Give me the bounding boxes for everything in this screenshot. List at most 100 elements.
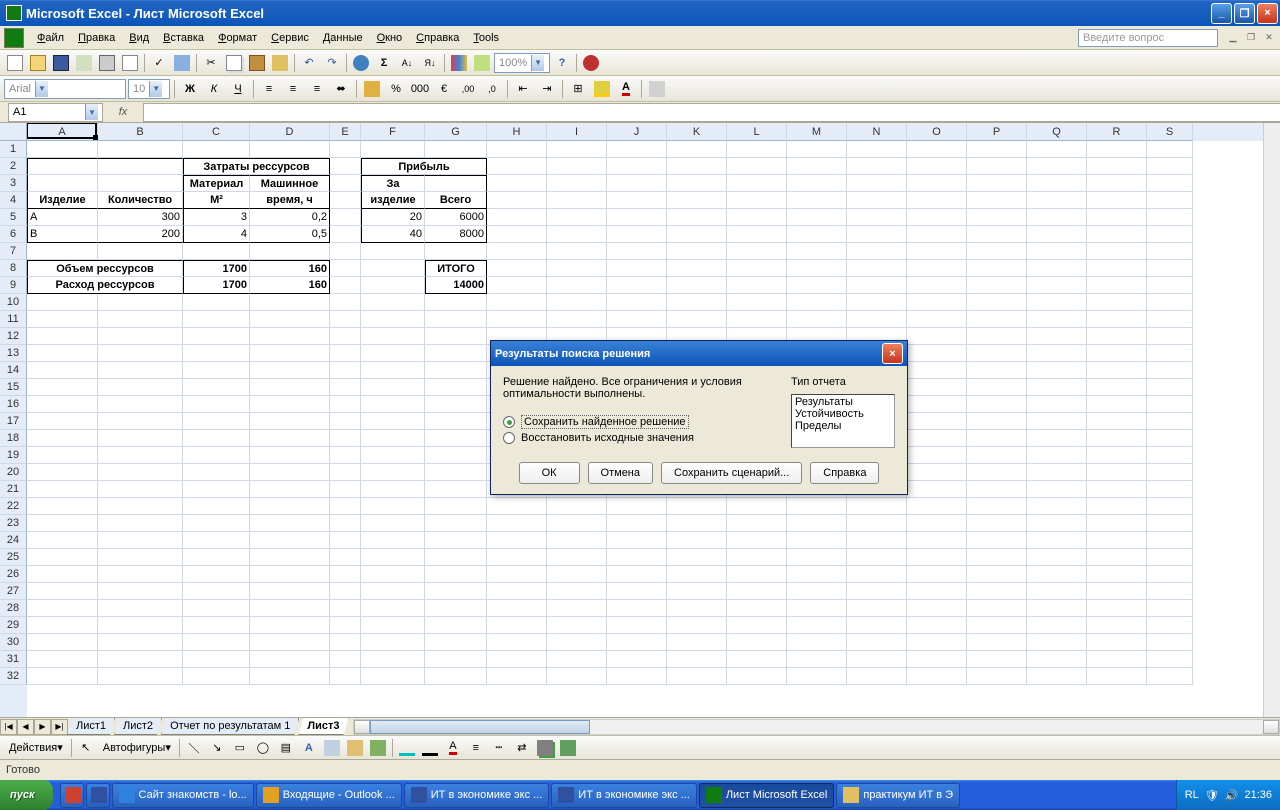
cell-F18[interactable] bbox=[361, 430, 425, 447]
dialog-close-icon[interactable]: × bbox=[882, 343, 903, 364]
cell-N25[interactable] bbox=[847, 549, 907, 566]
cell-Q31[interactable] bbox=[1027, 651, 1087, 668]
cell-G15[interactable] bbox=[425, 379, 487, 396]
row-header[interactable]: 13 bbox=[0, 345, 27, 362]
clock[interactable]: 21:36 bbox=[1244, 789, 1272, 801]
cell-I7[interactable] bbox=[547, 243, 607, 260]
cell-Q23[interactable] bbox=[1027, 515, 1087, 532]
cell-B20[interactable] bbox=[98, 464, 183, 481]
wordart-icon[interactable]: A bbox=[298, 737, 320, 759]
cell-M1[interactable] bbox=[787, 141, 847, 158]
fx-icon[interactable]: fx bbox=[103, 106, 143, 118]
cell-O10[interactable] bbox=[907, 294, 967, 311]
cell-L26[interactable] bbox=[727, 566, 787, 583]
diagram-icon[interactable] bbox=[321, 737, 343, 759]
cell-N30[interactable] bbox=[847, 634, 907, 651]
cell-G8[interactable]: ИТОГО bbox=[425, 260, 487, 277]
cell-G6[interactable]: 8000 bbox=[425, 226, 487, 243]
cell-P16[interactable] bbox=[967, 396, 1027, 413]
cell-M24[interactable] bbox=[787, 532, 847, 549]
cell-N8[interactable] bbox=[847, 260, 907, 277]
cell-D26[interactable] bbox=[250, 566, 330, 583]
textbox-icon[interactable]: ▤ bbox=[275, 737, 297, 759]
cell-L2[interactable] bbox=[727, 158, 787, 175]
cell-B30[interactable] bbox=[98, 634, 183, 651]
cell-R2[interactable] bbox=[1087, 158, 1147, 175]
cell-O17[interactable] bbox=[907, 413, 967, 430]
cell-G9[interactable]: 14000 bbox=[425, 277, 487, 294]
cell-G1[interactable] bbox=[425, 141, 487, 158]
tab-prev[interactable]: ◀ bbox=[17, 719, 34, 735]
cell-G29[interactable] bbox=[425, 617, 487, 634]
tab-last[interactable]: ▶| bbox=[51, 719, 68, 735]
open-icon[interactable] bbox=[27, 52, 49, 74]
cell-O14[interactable] bbox=[907, 362, 967, 379]
cell-Q21[interactable] bbox=[1027, 481, 1087, 498]
cell-O23[interactable] bbox=[907, 515, 967, 532]
cell-B3[interactable] bbox=[98, 175, 183, 192]
cell-S30[interactable] bbox=[1147, 634, 1193, 651]
cell-Q18[interactable] bbox=[1027, 430, 1087, 447]
cell-I24[interactable] bbox=[547, 532, 607, 549]
cell-S23[interactable] bbox=[1147, 515, 1193, 532]
cell-O5[interactable] bbox=[907, 209, 967, 226]
cell-I9[interactable] bbox=[547, 277, 607, 294]
cell-Q15[interactable] bbox=[1027, 379, 1087, 396]
font-color-icon-2[interactable]: А bbox=[442, 737, 464, 759]
report-option[interactable]: Устойчивость bbox=[793, 408, 893, 420]
cell-B17[interactable] bbox=[98, 413, 183, 430]
cell-N22[interactable] bbox=[847, 498, 907, 515]
cell-Q32[interactable] bbox=[1027, 668, 1087, 685]
cell-K2[interactable] bbox=[667, 158, 727, 175]
cell-D17[interactable] bbox=[250, 413, 330, 430]
cell-N5[interactable] bbox=[847, 209, 907, 226]
cell-D15[interactable] bbox=[250, 379, 330, 396]
cell-F2[interactable]: Прибыль bbox=[361, 158, 487, 175]
cell-G11[interactable] bbox=[425, 311, 487, 328]
quick-launch[interactable] bbox=[60, 783, 84, 808]
cell-F14[interactable] bbox=[361, 362, 425, 379]
cell-R12[interactable] bbox=[1087, 328, 1147, 345]
col-header[interactable]: A bbox=[27, 123, 98, 141]
row-header[interactable]: 18 bbox=[0, 430, 27, 447]
cell-G7[interactable] bbox=[425, 243, 487, 260]
cell-L24[interactable] bbox=[727, 532, 787, 549]
cell-K22[interactable] bbox=[667, 498, 727, 515]
increase-indent-icon[interactable]: ⇥ bbox=[536, 78, 558, 100]
col-header[interactable]: K bbox=[667, 123, 727, 141]
cell-D16[interactable] bbox=[250, 396, 330, 413]
cell-S8[interactable] bbox=[1147, 260, 1193, 277]
cell-M4[interactable] bbox=[787, 192, 847, 209]
cell-L27[interactable] bbox=[727, 583, 787, 600]
row-header[interactable]: 17 bbox=[0, 413, 27, 430]
cell-K8[interactable] bbox=[667, 260, 727, 277]
cell-E12[interactable] bbox=[330, 328, 361, 345]
cell-F21[interactable] bbox=[361, 481, 425, 498]
cell-P17[interactable] bbox=[967, 413, 1027, 430]
cell-A11[interactable] bbox=[27, 311, 98, 328]
cell-E19[interactable] bbox=[330, 447, 361, 464]
cell-F4[interactable]: изделие bbox=[361, 192, 425, 209]
cell-A12[interactable] bbox=[27, 328, 98, 345]
cell-F17[interactable] bbox=[361, 413, 425, 430]
cell-O6[interactable] bbox=[907, 226, 967, 243]
cell-J22[interactable] bbox=[607, 498, 667, 515]
line-icon[interactable]: ＼ bbox=[183, 737, 205, 759]
cell-F7[interactable] bbox=[361, 243, 425, 260]
cell-K25[interactable] bbox=[667, 549, 727, 566]
cell-N6[interactable] bbox=[847, 226, 907, 243]
cell-P10[interactable] bbox=[967, 294, 1027, 311]
cell-L5[interactable] bbox=[727, 209, 787, 226]
col-header[interactable]: B bbox=[98, 123, 183, 141]
cell-E17[interactable] bbox=[330, 413, 361, 430]
cell-O1[interactable] bbox=[907, 141, 967, 158]
cell-A14[interactable] bbox=[27, 362, 98, 379]
menu-правка[interactable]: Правка bbox=[71, 30, 122, 46]
cell-G17[interactable] bbox=[425, 413, 487, 430]
cell-G30[interactable] bbox=[425, 634, 487, 651]
cell-H7[interactable] bbox=[487, 243, 547, 260]
cell-D10[interactable] bbox=[250, 294, 330, 311]
cell-J23[interactable] bbox=[607, 515, 667, 532]
cell-C13[interactable] bbox=[183, 345, 250, 362]
cell-C9[interactable]: 1700 bbox=[183, 277, 250, 294]
